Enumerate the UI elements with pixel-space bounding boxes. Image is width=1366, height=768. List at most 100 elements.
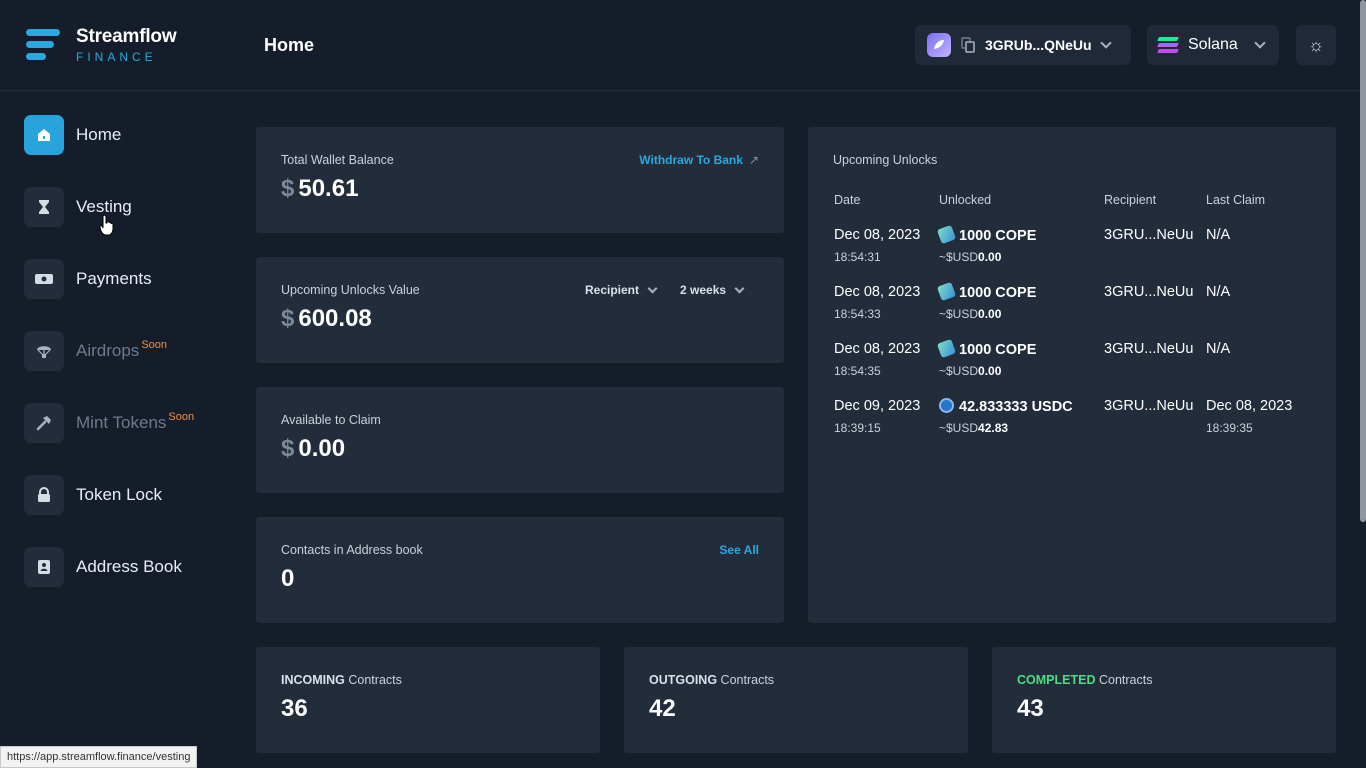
chevron-down-icon <box>1254 37 1266 49</box>
hammer-icon <box>24 403 64 443</box>
network-selector[interactable]: Solana <box>1147 25 1279 65</box>
column-header-last-claim: Last Claim <box>1206 193 1266 207</box>
available-to-claim-card: Available to Claim $0.00 <box>256 387 784 493</box>
role-filter-dropdown[interactable]: Recipient <box>585 283 658 297</box>
cope-token-icon <box>936 281 957 302</box>
row-recipient: 3GRU...NeUu <box>1104 398 1194 414</box>
sidebar-item-label: Home <box>76 125 122 144</box>
sidebar-item-vesting[interactable]: Vesting <box>24 187 132 227</box>
row-amount: 1000 COPE <box>936 281 1036 302</box>
row-recipient: 3GRU...NeUu <box>1104 284 1194 300</box>
upcoming-unlocks-value-card: Upcoming Unlocks Value Recipient 2 weeks… <box>256 257 784 363</box>
available-to-claim-value: $0.00 <box>281 435 346 462</box>
external-link-icon: ↗ <box>748 153 759 167</box>
completed-contracts-count: 43 <box>1017 695 1044 722</box>
card-label: COMPLETED Contracts <box>1017 673 1153 687</box>
wallet-avatar-icon <box>927 33 951 57</box>
row-last-claim: N/A <box>1206 227 1231 243</box>
page-title: Home <box>264 35 315 55</box>
incoming-contracts-count: 36 <box>281 695 308 722</box>
table-title: Upcoming Unlocks <box>833 153 938 167</box>
chevron-down-icon <box>647 283 658 293</box>
scrollbar-thumb[interactable] <box>1360 0 1366 522</box>
column-header-date: Date <box>834 193 861 207</box>
home-icon <box>24 115 64 155</box>
column-header-recipient: Recipient <box>1104 193 1157 207</box>
card-label: Available to Claim <box>281 413 381 427</box>
upcoming-unlocks-value: $600.08 <box>281 305 372 332</box>
soon-badge: Soon <box>141 339 168 351</box>
sun-icon: ☼ <box>1307 34 1325 55</box>
status-bar-url: https://app.streamflow.finance/vesting <box>0 746 198 768</box>
row-usd: ~$USD0.00 <box>939 364 1002 378</box>
incoming-contracts-card[interactable]: INCOMING Contracts 36 <box>256 647 600 753</box>
cope-token-icon <box>936 224 957 245</box>
row-date: Dec 08, 2023 <box>834 284 921 300</box>
copy-icon[interactable] <box>961 37 975 53</box>
sidebar-item-mint-tokens[interactable]: Mint Tokens Soon <box>24 403 194 443</box>
lock-icon <box>24 475 64 515</box>
sidebar-item-label: Payments <box>76 269 152 288</box>
chevron-down-icon <box>1099 37 1112 49</box>
sidebar-item-airdrops[interactable]: Airdrops Soon <box>24 331 167 371</box>
sidebar-item-label: Mint Tokens <box>76 413 167 432</box>
contract-tag: OUTGOING <box>649 673 718 687</box>
outgoing-contracts-card[interactable]: OUTGOING Contracts 42 <box>624 647 968 753</box>
column-header-unlocked: Unlocked <box>939 193 992 207</box>
sidebar-item-label: Airdrops <box>76 341 140 360</box>
banknote-icon <box>24 259 64 299</box>
period-filter-dropdown[interactable]: 2 weeks <box>680 283 745 297</box>
upcoming-unlocks-table: Upcoming Unlocks Date Unlocked Recipient… <box>808 127 1336 623</box>
card-label: INCOMING Contracts <box>281 673 402 687</box>
hourglass-icon <box>24 187 64 227</box>
row-last-claim: N/A <box>1206 284 1231 300</box>
sidebar-item-payments[interactable]: Payments <box>24 259 152 299</box>
wallet-button[interactable]: 3GRUb...QNeUu <box>915 25 1131 65</box>
usdc-token-icon <box>939 398 954 413</box>
chevron-down-icon <box>734 283 745 293</box>
row-amount: 1000 COPE <box>936 338 1036 359</box>
solana-icon <box>1157 37 1179 53</box>
completed-contracts-card[interactable]: COMPLETED Contracts 43 <box>992 647 1336 753</box>
sidebar-item-address-book[interactable]: Address Book <box>24 547 182 587</box>
row-amount: 42.833333 USDC <box>939 398 1073 415</box>
row-time: 18:54:33 <box>834 307 881 321</box>
wallet-balance-value: $50.61 <box>281 175 359 202</box>
row-last-claim-time: 18:39:35 <box>1206 421 1253 435</box>
card-label: Total Wallet Balance <box>281 153 394 167</box>
see-all-link[interactable]: See All <box>719 543 759 557</box>
wallet-balance-card: Total Wallet Balance Withdraw To Bank ↗ $… <box>256 127 784 233</box>
row-usd: ~$USD0.00 <box>939 250 1002 264</box>
row-last-claim: Dec 08, 2023 <box>1206 398 1293 414</box>
row-date: Dec 08, 2023 <box>834 227 921 243</box>
row-date: Dec 09, 2023 <box>834 398 921 414</box>
streamflow-logo[interactable]: Streamflow FINANCE <box>26 26 177 64</box>
contacts-count: 0 <box>281 565 295 592</box>
sidebar-item-label: Token Lock <box>76 485 162 504</box>
cope-token-icon <box>936 338 957 359</box>
hand-cursor-icon <box>99 214 114 236</box>
row-recipient: 3GRU...NeUu <box>1104 341 1194 357</box>
theme-toggle-button[interactable]: ☼ <box>1296 25 1336 65</box>
sidebar-item-token-lock[interactable]: Token Lock <box>24 475 162 515</box>
row-date: Dec 08, 2023 <box>834 341 921 357</box>
row-last-claim: N/A <box>1206 341 1231 357</box>
outgoing-contracts-count: 42 <box>649 695 676 722</box>
address-book-icon <box>24 547 64 587</box>
wallet-address: 3GRUb...QNeUu <box>985 37 1092 53</box>
contract-tag: INCOMING <box>281 673 345 687</box>
parachute-icon <box>24 331 64 371</box>
streamflow-logo-icon <box>26 27 62 63</box>
card-label: Contacts in Address book <box>281 543 423 557</box>
row-time: 18:54:31 <box>834 250 881 264</box>
card-label: Upcoming Unlocks Value <box>281 283 420 297</box>
card-label: OUTGOING Contracts <box>649 673 775 687</box>
row-recipient: 3GRU...NeUu <box>1104 227 1194 243</box>
soon-badge: Soon <box>168 411 195 423</box>
withdraw-to-bank-link[interactable]: Withdraw To Bank ↗ <box>639 153 759 167</box>
brand-sub: FINANCE <box>76 50 157 64</box>
network-label: Solana <box>1188 36 1238 53</box>
contract-tag: COMPLETED <box>1017 673 1096 687</box>
sidebar-item-home[interactable]: Home <box>24 115 121 155</box>
row-time: 18:54:35 <box>834 364 881 378</box>
